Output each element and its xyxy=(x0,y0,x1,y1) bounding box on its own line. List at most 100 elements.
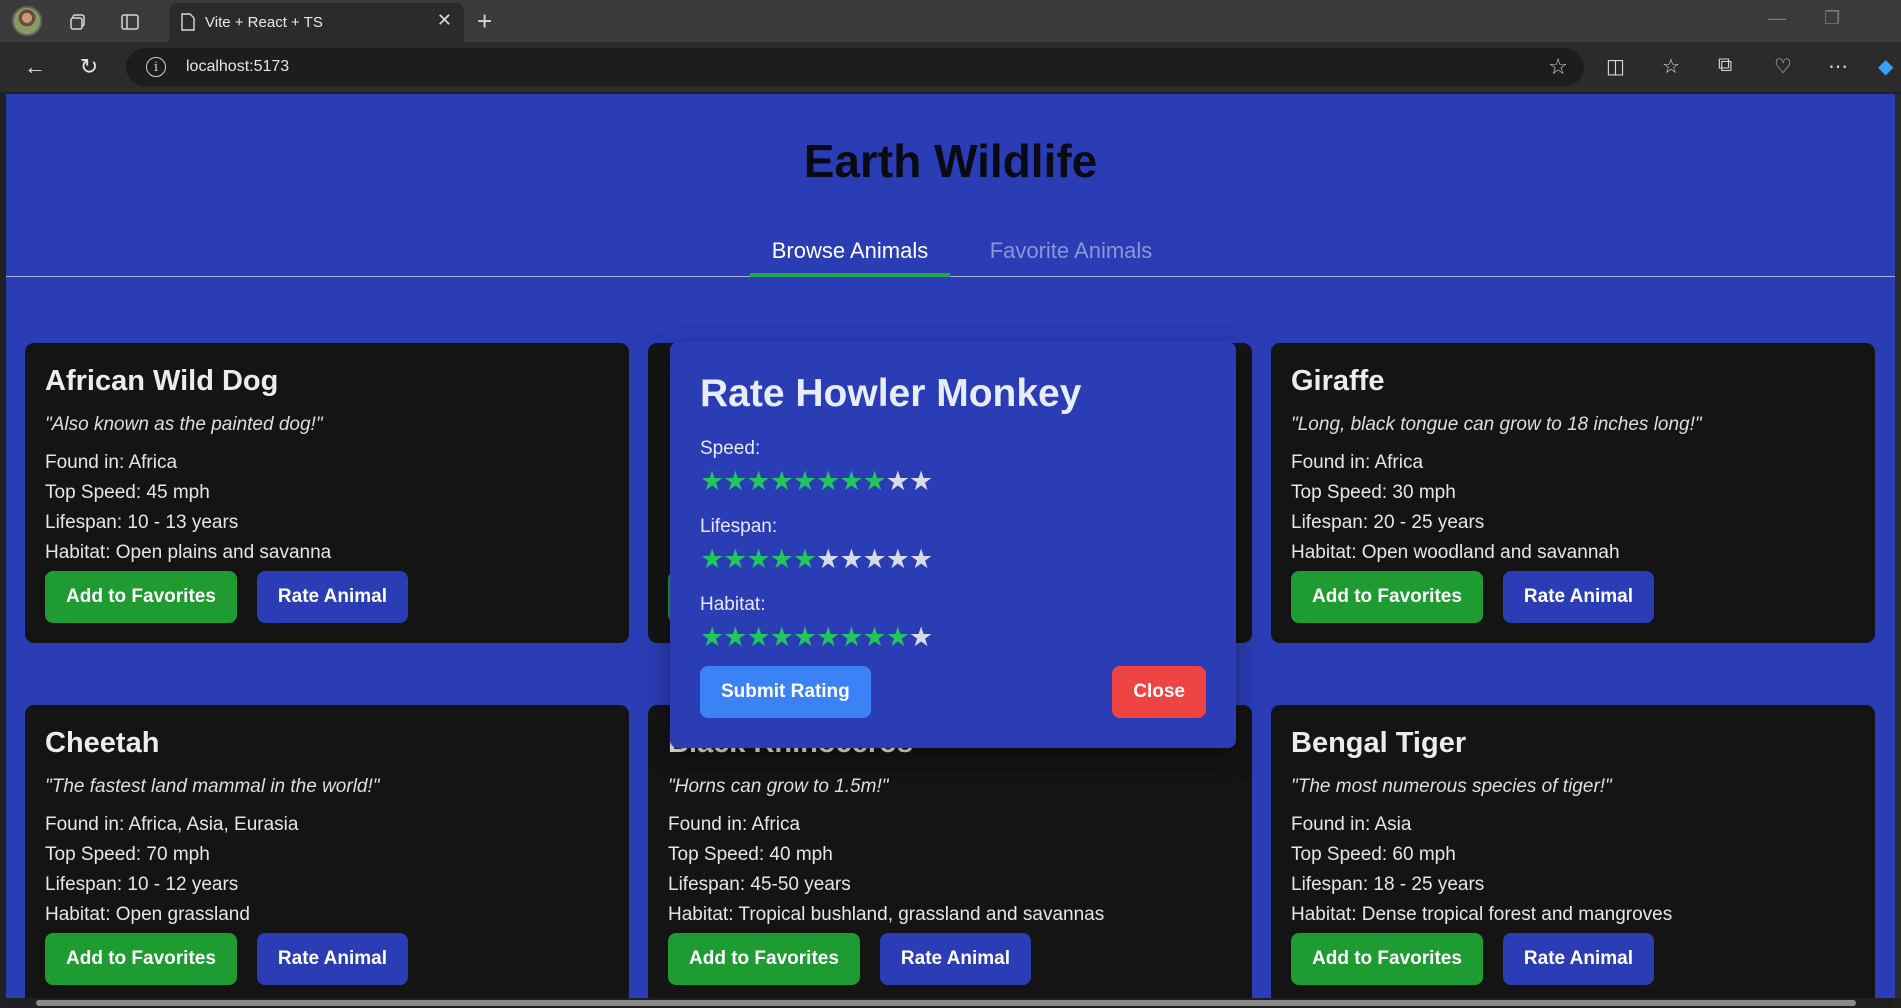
animal-lifespan: Lifespan: 10 - 13 years xyxy=(45,512,239,533)
star-icon[interactable]: ★ xyxy=(700,466,724,496)
speed-star-rating[interactable]: ★★★★★★★★★★ xyxy=(700,466,1206,496)
star-icon[interactable]: ★ xyxy=(909,466,933,496)
minimize-icon[interactable]: — xyxy=(1768,8,1786,29)
star-icon[interactable]: ★ xyxy=(886,466,910,496)
star-icon[interactable]: ★ xyxy=(909,544,933,574)
rate-animal-button[interactable]: Rate Animal xyxy=(879,933,1032,985)
star-icon[interactable]: ★ xyxy=(700,622,724,652)
document-icon xyxy=(181,13,195,36)
star-icon[interactable]: ★ xyxy=(770,622,794,652)
lifespan-star-rating[interactable]: ★★★★★★★★★★ xyxy=(700,544,1206,574)
star-icon[interactable]: ★ xyxy=(793,544,817,574)
new-tab-icon[interactable]: + xyxy=(477,6,492,37)
star-icon[interactable]: ★ xyxy=(770,466,794,496)
star-icon[interactable]: ★ xyxy=(770,544,794,574)
browser-tab-active[interactable]: Vite + React + TS ✕ xyxy=(169,3,464,42)
submit-rating-button[interactable]: Submit Rating xyxy=(700,666,871,718)
restore-icon[interactable]: ❐ xyxy=(1824,8,1840,29)
star-icon[interactable]: ★ xyxy=(839,544,863,574)
animal-habitat: Habitat: Tropical bushland, grassland an… xyxy=(668,904,1105,925)
star-icon[interactable]: ★ xyxy=(723,544,747,574)
add-to-favorites-button[interactable]: Add to Favorites xyxy=(45,933,237,985)
add-to-favorites-button[interactable]: Add to Favorites xyxy=(1291,933,1483,985)
tab-actions-icon[interactable] xyxy=(116,8,144,36)
scrollbar-thumb[interactable] xyxy=(36,1000,1856,1006)
browser-toolbar: ← ↻ i localhost:5173 ☆ ◫ ☆ ⧉ ♡ ⋯ ◆ xyxy=(0,42,1901,92)
animal-lifespan: Lifespan: 18 - 25 years xyxy=(1291,874,1485,895)
animal-speed: Top Speed: 40 mph xyxy=(668,844,833,865)
star-icon[interactable]: ★ xyxy=(886,622,910,652)
animal-quote: "Also known as the painted dog!" xyxy=(45,414,323,435)
animal-habitat: Habitat: Open plains and savanna xyxy=(45,542,332,563)
close-modal-button[interactable]: Close xyxy=(1112,666,1206,718)
star-icon[interactable]: ★ xyxy=(700,544,724,574)
star-icon[interactable]: ★ xyxy=(863,544,887,574)
animal-card: Black Rhinoceros "Horns can grow to 1.5m… xyxy=(648,705,1252,998)
animal-speed: Top Speed: 45 mph xyxy=(45,482,210,503)
more-options-icon[interactable]: ⋯ xyxy=(1828,54,1848,79)
animal-quote: "Long, black tongue can grow to 18 inche… xyxy=(1291,414,1702,435)
close-tab-icon[interactable]: ✕ xyxy=(437,10,452,31)
star-icon[interactable]: ★ xyxy=(863,622,887,652)
page-title: Earth Wildlife xyxy=(803,135,1098,187)
habitat-star-rating[interactable]: ★★★★★★★★★★ xyxy=(700,622,1206,652)
star-icon[interactable]: ★ xyxy=(723,466,747,496)
favorites-icon[interactable]: ☆ xyxy=(1662,54,1680,79)
star-icon[interactable]: ★ xyxy=(839,466,863,496)
star-icon[interactable]: ★ xyxy=(839,622,863,652)
star-icon[interactable]: ★ xyxy=(816,622,840,652)
star-icon[interactable]: ★ xyxy=(816,466,840,496)
tab-bar: Browse Animals Favorite Animals xyxy=(6,236,1895,277)
rate-animal-button[interactable]: Rate Animal xyxy=(256,933,409,985)
profile-avatar[interactable] xyxy=(12,6,42,36)
tab-title: Vite + React + TS xyxy=(205,14,323,31)
rate-animal-button[interactable]: Rate Animal xyxy=(256,571,409,623)
vertical-scrollbar[interactable] xyxy=(1895,94,1901,998)
animal-found: Found in: Africa, Asia, Eurasia xyxy=(45,814,299,835)
tab-favorite-animals[interactable]: Favorite Animals xyxy=(966,236,1176,277)
star-icon[interactable]: ★ xyxy=(816,544,840,574)
star-icon[interactable]: ★ xyxy=(723,622,747,652)
url-text[interactable]: localhost:5173 xyxy=(186,58,289,76)
browser-essentials-icon[interactable]: ♡ xyxy=(1774,54,1792,79)
star-icon[interactable]: ★ xyxy=(793,622,817,652)
split-screen-icon[interactable]: ◫ xyxy=(1606,54,1625,79)
copilot-icon[interactable]: ◆ xyxy=(1878,54,1893,79)
horizontal-scrollbar[interactable] xyxy=(6,998,1895,1008)
add-to-favorites-button[interactable]: Add to Favorites xyxy=(1291,571,1483,623)
workspaces-icon[interactable] xyxy=(64,8,92,36)
address-bar[interactable]: i localhost:5173 ☆ xyxy=(126,48,1584,86)
animal-card: African Wild Dog "Also known as the pain… xyxy=(25,343,629,643)
add-to-favorites-button[interactable]: Add to Favorites xyxy=(668,933,860,985)
star-icon[interactable]: ★ xyxy=(746,622,770,652)
animal-card: Cheetah "The fastest land mammal in the … xyxy=(25,705,629,998)
rating-modal: Rate Howler Monkey Speed: ★★★★★★★★★★ Lif… xyxy=(670,342,1236,748)
animal-lifespan: Lifespan: 20 - 25 years xyxy=(1291,512,1485,533)
star-icon[interactable]: ★ xyxy=(863,466,887,496)
animal-name: Cheetah xyxy=(45,727,160,759)
habitat-label: Habitat: xyxy=(700,594,766,615)
site-info-icon[interactable]: i xyxy=(146,57,166,77)
star-icon[interactable]: ★ xyxy=(886,544,910,574)
animal-name: Bengal Tiger xyxy=(1291,727,1467,759)
star-icon[interactable]: ★ xyxy=(746,466,770,496)
page-content: Earth Wildlife Browse Animals Favorite A… xyxy=(6,94,1895,998)
tab-browse-animals[interactable]: Browse Animals xyxy=(750,236,950,277)
animal-quote: "The most numerous species of tiger!" xyxy=(1291,776,1612,797)
animal-speed: Top Speed: 70 mph xyxy=(45,844,210,865)
animal-lifespan: Lifespan: 45-50 years xyxy=(668,874,851,895)
rate-animal-button[interactable]: Rate Animal xyxy=(1502,933,1655,985)
favorite-star-icon[interactable]: ☆ xyxy=(1548,54,1568,80)
star-icon[interactable]: ★ xyxy=(746,544,770,574)
speed-label: Speed: xyxy=(700,438,761,459)
animal-habitat: Habitat: Open grassland xyxy=(45,904,250,925)
collections-icon[interactable]: ⧉ xyxy=(1718,54,1732,77)
star-icon[interactable]: ★ xyxy=(909,622,933,652)
star-icon[interactable]: ★ xyxy=(793,466,817,496)
back-icon[interactable]: ← xyxy=(20,52,50,82)
reload-icon[interactable]: ↻ xyxy=(74,52,104,82)
rate-animal-button[interactable]: Rate Animal xyxy=(1502,571,1655,623)
animal-name: Giraffe xyxy=(1291,365,1385,397)
animal-lifespan: Lifespan: 10 - 12 years xyxy=(45,874,239,895)
add-to-favorites-button[interactable]: Add to Favorites xyxy=(45,571,237,623)
